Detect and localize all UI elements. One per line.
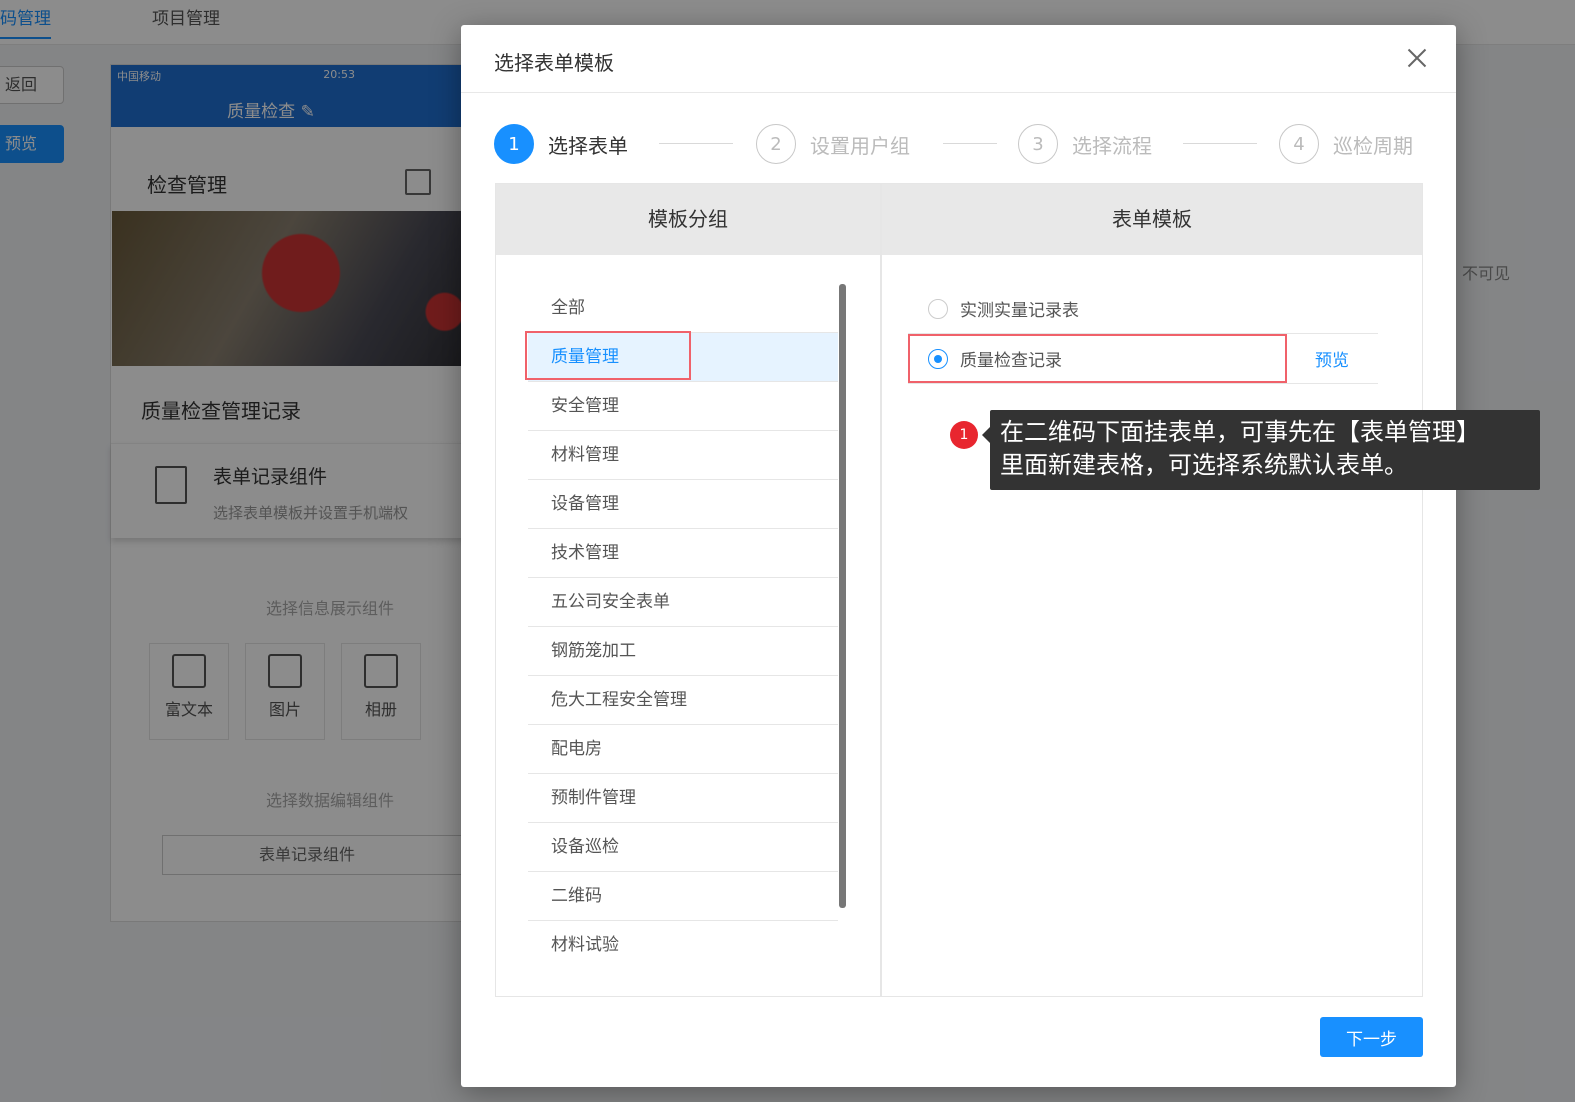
template-preview-link[interactable]: 预览: [1286, 346, 1378, 371]
step-label: 选择流程: [1072, 133, 1152, 158]
step-label: 选择表单: [548, 133, 628, 158]
step-inspection-cycle: 4 巡检周期: [1279, 123, 1413, 165]
tooltip-line: 在二维码下面挂表单，可事先在【表单管理】: [1000, 418, 1480, 446]
step-connector: [659, 143, 733, 144]
step-label: 巡检周期: [1333, 133, 1413, 158]
template-group-panel: 模板分组 全部 质量管理 安全管理 材料管理 设备管理 技术管理 五公司安全表单…: [495, 183, 881, 997]
dialog-title: 选择表单模板: [494, 51, 614, 75]
template-row[interactable]: 实测实量记录表: [908, 284, 1378, 333]
group-panel-title: 模板分组: [496, 184, 880, 255]
step-set-user-group: 2 设置用户组: [756, 123, 910, 165]
group-list: 全部 质量管理 安全管理 材料管理 设备管理 技术管理 五公司安全表单 钢筋笼加…: [528, 284, 838, 970]
tooltip-line: 里面新建表格，可选择系统默认表单。: [1000, 451, 1408, 479]
dialog-header: 选择表单模板: [461, 25, 1456, 93]
step-select-flow: 3 选择流程: [1018, 123, 1152, 165]
step-connector: [943, 143, 997, 144]
next-step-button[interactable]: 下一步: [1320, 1017, 1423, 1057]
group-item-rebar-cage[interactable]: 钢筋笼加工: [528, 627, 838, 676]
step-label: 设置用户组: [810, 133, 910, 158]
step-number: 3: [1018, 124, 1058, 164]
group-item-power-room[interactable]: 配电房: [528, 725, 838, 774]
step-number: 1: [494, 124, 534, 164]
step-connector: [1183, 143, 1257, 144]
annotation-tooltip: 在二维码下面挂表单，可事先在【表单管理】 里面新建表格，可选择系统默认表单。: [982, 410, 1540, 490]
group-item-equipment-patrol[interactable]: 设备巡检: [528, 823, 838, 872]
close-icon[interactable]: [1404, 45, 1430, 71]
group-item-quality[interactable]: 质量管理: [528, 333, 838, 382]
group-item-prefab[interactable]: 预制件管理: [528, 774, 838, 823]
group-item-major-hazard[interactable]: 危大工程安全管理: [528, 676, 838, 725]
group-list-scrollbar[interactable]: [839, 284, 846, 908]
group-item-material-test[interactable]: 材料试验: [528, 921, 838, 970]
template-row-selected[interactable]: 质量检查记录 预览: [908, 333, 1378, 384]
template-name: 实测实量记录表: [960, 301, 1079, 321]
group-item-qr-code[interactable]: 二维码: [528, 872, 838, 921]
group-item-safety[interactable]: 安全管理: [528, 382, 838, 431]
select-form-template-dialog: 选择表单模板 1 选择表单 2 设置用户组 3 选择流程 4 巡检周期 模板分组…: [461, 25, 1456, 1087]
template-panel-title: 表单模板: [882, 184, 1422, 255]
step-select-form: 1 选择表单: [494, 123, 628, 165]
step-number: 2: [756, 124, 796, 164]
group-item-technical[interactable]: 技术管理: [528, 529, 838, 578]
form-template-panel: 表单模板 实测实量记录表 质量检查记录 预览: [881, 183, 1423, 997]
group-item-company-safety[interactable]: 五公司安全表单: [528, 578, 838, 627]
template-name: 质量检查记录: [960, 351, 1062, 371]
group-item-all[interactable]: 全部: [528, 284, 838, 333]
step-number: 4: [1279, 124, 1319, 164]
annotation-badge: 1: [950, 421, 978, 449]
group-item-material[interactable]: 材料管理: [528, 431, 838, 480]
radio-button[interactable]: [928, 298, 948, 319]
radio-button-checked[interactable]: [928, 348, 948, 369]
group-item-equipment[interactable]: 设备管理: [528, 480, 838, 529]
